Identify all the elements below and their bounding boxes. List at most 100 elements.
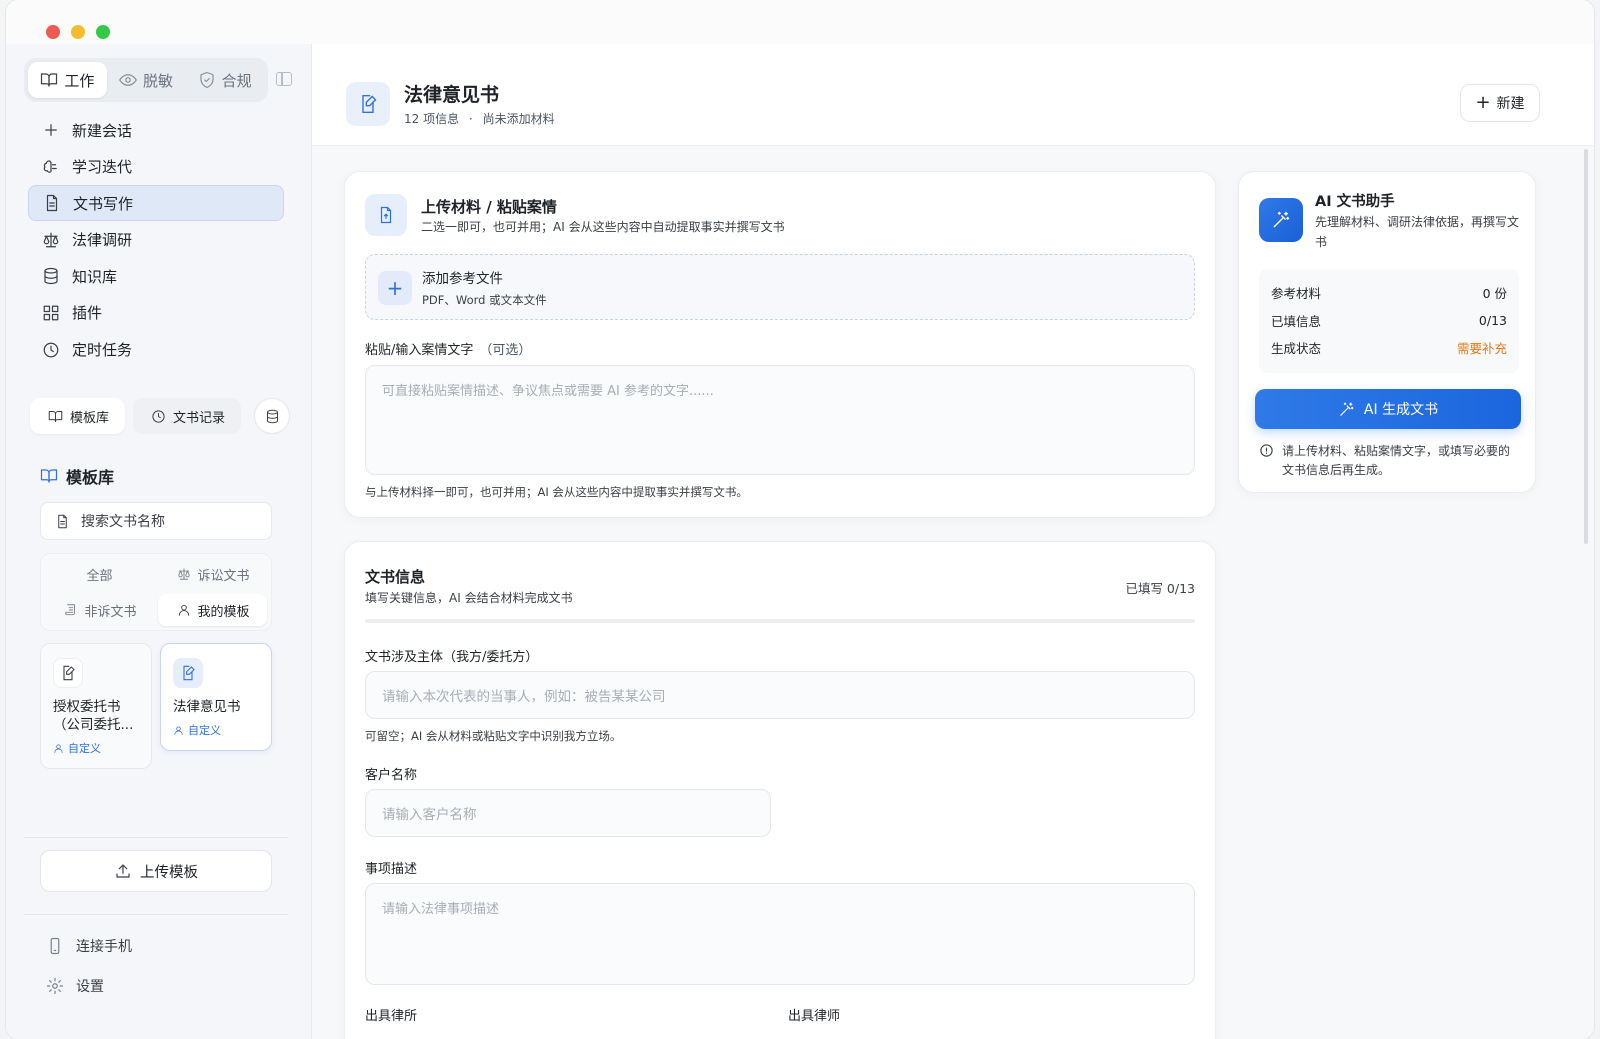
paste-optional: （可选） (479, 343, 532, 358)
connect-phone-button[interactable]: 连接手机 (46, 936, 132, 956)
info-icon (1259, 442, 1274, 457)
stat-row: 生成状态 需要补充 (1271, 334, 1507, 362)
sidebar-toggle-icon[interactable] (276, 72, 292, 86)
doc-info-subtitle: 填写关键信息，AI 会结合材料完成文书 (365, 591, 573, 605)
template-card[interactable]: 授权委托书（公司委托... 自定义 (40, 643, 152, 769)
mode-compliance-label: 合规 (221, 71, 252, 90)
scale-icon (42, 231, 60, 249)
upload-template-button[interactable]: 上传模板 (40, 850, 272, 892)
app-window: 工作 脱敏 合规 新建会话 学习迭代 文书写作 法律调研 知识库 插件 定时任务… (6, 0, 1594, 1039)
filter-my-templates[interactable]: 我的模板 (158, 594, 267, 626)
new-button-label: 新建 (1496, 96, 1525, 112)
user-icon (175, 601, 193, 619)
main-scrollbar[interactable] (1584, 149, 1588, 544)
tab-doc-records[interactable]: 文书记录 (133, 398, 242, 434)
mode-work[interactable]: 工作 (28, 62, 107, 98)
document-icon (53, 512, 71, 530)
mode-work-label: 工作 (64, 71, 95, 90)
assistant-note-text: 请上传材料、粘贴案情文字，或填写必要的文书信息后再生成。 (1282, 444, 1511, 477)
ai-generate-button[interactable]: AI 生成文书 (1255, 389, 1521, 429)
filter-non-litigation[interactable]: 非诉文书 (45, 594, 154, 626)
assistant-note: 请上传材料、粘贴案情文字，或填写必要的文书信息后再生成。 (1259, 442, 1519, 480)
nav-label: 定时任务 (72, 341, 133, 360)
matter-placeholder: 请输入法律事项描述 (382, 902, 500, 917)
close-window-button[interactable] (46, 25, 60, 39)
book-open-icon (40, 467, 58, 485)
library-subtabs: 模板库 文书记录 (30, 396, 290, 436)
nav-label: 知识库 (72, 267, 118, 286)
user-icon (173, 725, 184, 736)
client-placeholder: 请输入客户名称 (382, 807, 477, 823)
settings-button[interactable]: 设置 (46, 976, 104, 996)
user-icon (53, 743, 64, 754)
template-tag: 自定义 (173, 722, 259, 738)
divider (24, 837, 288, 838)
party-hint: 可留空；AI 会从材料或粘贴文字中识别我方立场。 (365, 729, 622, 743)
nav-scheduled-tasks[interactable]: 定时任务 (28, 332, 284, 368)
database-icon (263, 407, 281, 425)
materials-status: 尚未添加材料 (482, 112, 555, 126)
filter-label: 全部 (86, 568, 113, 584)
party-input[interactable]: 请输入本次代表的当事人，例如：被告某某公司 (365, 671, 1195, 719)
matter-label: 事项描述 (365, 862, 418, 877)
assistant-stats: 参考材料 0 份 已填信息 0/13 生成状态 需要补充 (1259, 269, 1519, 373)
clock-icon (149, 407, 167, 425)
window-controls (46, 25, 110, 39)
doc-info-panel: 文书信息 填写关键信息，AI 会结合材料完成文书 已填写 0/13 文书涉及主体… (344, 541, 1216, 1039)
mode-compliance[interactable]: 合规 (185, 62, 264, 98)
generate-label: AI 生成文书 (1363, 402, 1439, 418)
lawyer-label: 出具律师 (788, 1009, 841, 1024)
stat-value: 0/13 (1478, 312, 1507, 328)
upload-panel: 上传材料 / 粘贴案情 二选一即可，也可并用；AI 会从这些内容中自动提取事实并… (344, 171, 1216, 518)
info-count: 12 项信息 (404, 112, 460, 126)
minimize-window-button[interactable] (71, 25, 85, 39)
nav-label: 新建会话 (72, 121, 133, 140)
tab-template-library[interactable]: 模板库 (30, 398, 126, 434)
nav-knowledge-base[interactable]: 知识库 (28, 258, 284, 294)
add-file-title: 添加参考文件 (422, 271, 503, 287)
template-list: 授权委托书（公司委托... 自定义 法律意见书 自定义 (40, 643, 272, 769)
mode-desensitize[interactable]: 脱敏 (107, 62, 186, 98)
magic-wand-icon (1259, 198, 1303, 242)
page-subtitle: 12 项信息 · 尚未添加材料 (404, 110, 555, 127)
settings-label: 设置 (76, 979, 104, 995)
party-label: 文书涉及主体（我方/委托方） (365, 650, 539, 665)
matter-description-input[interactable]: 请输入法律事项描述 (365, 883, 1195, 985)
nav-new-chat[interactable]: 新建会话 (28, 112, 284, 148)
template-tag-text: 自定义 (188, 724, 221, 737)
template-tag: 自定义 (53, 740, 139, 756)
filter-litigation[interactable]: 诉讼文书 (158, 558, 267, 590)
client-label: 客户名称 (365, 768, 418, 783)
page-title: 法律意见书 (404, 84, 500, 106)
case-text-input[interactable]: 可直接粘贴案情描述、争议焦点或需要 AI 参考的文字...... (365, 365, 1195, 475)
new-button[interactable]: + 新建 (1460, 84, 1540, 122)
magic-wand-icon (1338, 400, 1356, 418)
template-search-input[interactable]: 搜索文书名称 (40, 502, 272, 540)
filter-label: 我的模板 (197, 604, 250, 620)
eye-icon (119, 71, 137, 89)
paste-hint: 与上传材料择一即可，也可并用；AI 会从这些内容中提取事实并撰写文书。 (365, 485, 748, 499)
plus-icon (42, 121, 60, 139)
mode-desensitize-label: 脱敏 (143, 71, 174, 90)
nav-doc-writing[interactable]: 文书写作 (28, 185, 284, 222)
maximize-window-button[interactable] (96, 25, 110, 39)
stat-row: 参考材料 0 份 (1271, 279, 1507, 307)
nav-learning[interactable]: 学习迭代 (28, 149, 284, 185)
database-icon (42, 267, 60, 285)
main-content: 法律意见书 12 项信息 · 尚未添加材料 + 新建 上传材料 / 粘贴案情 二… (312, 44, 1594, 1039)
template-title: 授权委托书（公司委托... (53, 699, 134, 733)
upload-subtitle: 二选一即可，也可并用；AI 会从这些内容中自动提取事实并撰写文书 (421, 220, 785, 234)
page-header: 法律意见书 12 项信息 · 尚未添加材料 + 新建 (312, 44, 1594, 146)
status-badge: 需要补充 (1456, 341, 1507, 357)
edit-document-icon (346, 82, 390, 126)
tab-label: 文书记录 (173, 410, 226, 426)
stat-row: 已填信息 0/13 (1271, 307, 1507, 335)
nav-plugins[interactable]: 插件 (28, 295, 284, 331)
add-reference-file-dropzone[interactable]: + 添加参考文件 PDF、Word 或文本文件 (365, 254, 1195, 320)
search-placeholder: 搜索文书名称 (81, 514, 165, 530)
nav-legal-research[interactable]: 法律调研 (28, 222, 284, 258)
filter-all[interactable]: 全部 (45, 558, 154, 590)
template-card-selected[interactable]: 法律意见书 自定义 (160, 643, 272, 751)
database-button[interactable] (254, 398, 290, 434)
client-name-input[interactable]: 请输入客户名称 (365, 789, 771, 837)
